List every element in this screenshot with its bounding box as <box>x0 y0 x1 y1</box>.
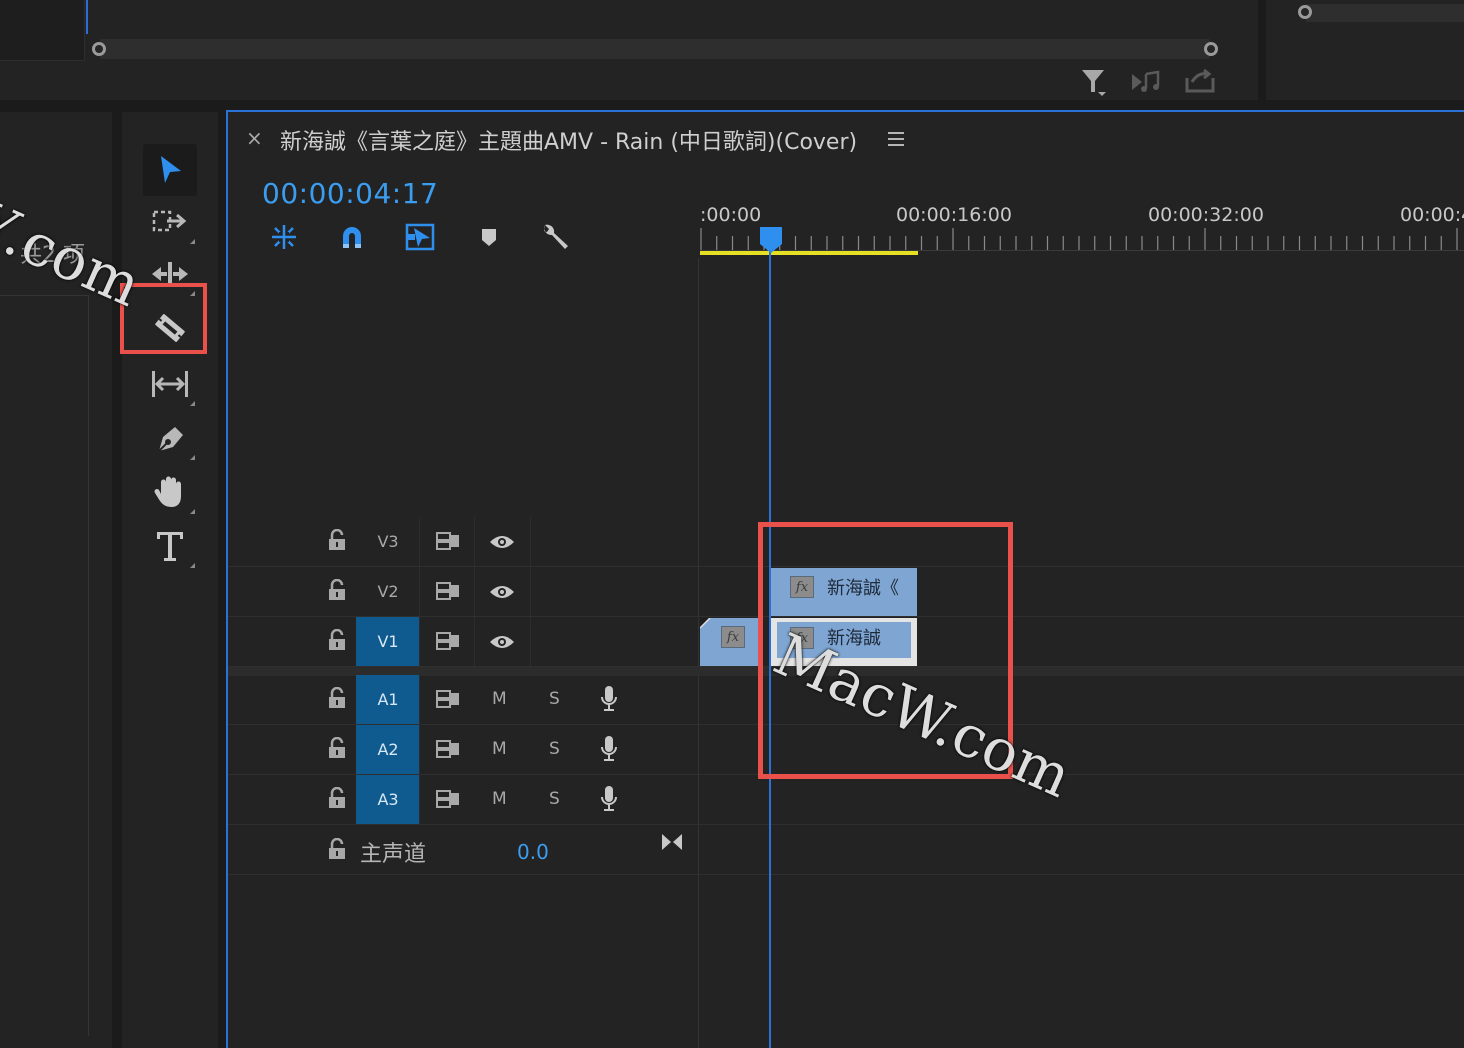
panel-menu-icon[interactable] <box>886 130 906 148</box>
microphone-icon[interactable] <box>600 735 618 763</box>
lock-icon[interactable] <box>328 579 346 601</box>
track-target-v2[interactable]: V2 <box>356 567 420 616</box>
lock-icon[interactable] <box>328 687 346 709</box>
project-bin-list <box>0 295 89 1036</box>
track-select-icon <box>151 207 189 237</box>
slip-tool-button[interactable] <box>143 358 197 410</box>
sync-lock-icon[interactable] <box>436 581 460 601</box>
pen-icon <box>153 421 187 455</box>
snap-toggle-button[interactable] <box>335 222 369 252</box>
lock-icon[interactable] <box>328 529 346 551</box>
ruler-label-48: 00:00:4 <box>1400 204 1464 226</box>
track-target-a2[interactable]: A2 <box>356 725 420 774</box>
nest-sequence-icon <box>268 223 300 251</box>
mute-button[interactable]: M <box>492 789 507 809</box>
sync-lock-icon[interactable] <box>436 631 460 651</box>
hand-tool-button[interactable] <box>143 466 197 518</box>
clip-transition-corner <box>700 618 711 629</box>
timeline-settings-button[interactable] <box>538 222 572 252</box>
scrollbar-left-handle[interactable] <box>92 42 106 56</box>
source-monitor-frame <box>0 0 85 61</box>
monitor-playhead-line <box>86 0 88 34</box>
time-ruler[interactable]: :00:00 00:00:16:00 00:00:32:00 00:00:4 <box>698 190 1464 258</box>
eye-icon[interactable] <box>488 533 516 551</box>
microphone-icon[interactable] <box>600 785 618 813</box>
export-frame-icon[interactable] <box>1184 68 1216 94</box>
microphone-icon[interactable] <box>600 685 618 713</box>
ruler-label-16: 00:00:16:00 <box>896 204 1012 226</box>
work-area-bar[interactable] <box>700 251 918 255</box>
audio-video-toggle-icon[interactable] <box>1130 70 1164 94</box>
lock-icon[interactable] <box>328 737 346 759</box>
solo-button[interactable]: S <box>549 789 560 809</box>
eye-icon[interactable] <box>488 583 516 601</box>
nest-sequence-button[interactable] <box>267 222 301 252</box>
add-marker-icon <box>479 226 499 248</box>
sync-lock-icon[interactable] <box>436 689 460 709</box>
track-target-v1[interactable]: V1 <box>356 617 420 666</box>
track-target-a3[interactable]: A3 <box>356 775 420 824</box>
type-tool-button[interactable] <box>143 520 197 572</box>
lock-icon[interactable] <box>328 787 346 809</box>
master-volume-value[interactable]: 0.0 <box>517 840 549 864</box>
sequence-tab-title[interactable]: 新海誠《言葉之庭》主題曲AMV - Rain (中日歌詞)(Cover) <box>280 124 857 156</box>
add-marker-button[interactable] <box>472 222 506 252</box>
slip-icon <box>148 368 192 400</box>
ruler-label-32: 00:00:32:00 <box>1148 204 1264 226</box>
linked-selection-button[interactable] <box>403 222 437 252</box>
track-target-v3[interactable]: V3 <box>356 517 420 566</box>
sync-lock-icon[interactable] <box>436 739 460 759</box>
go-to-end-icon[interactable] <box>660 832 684 852</box>
track-row-a3: A3 M S <box>228 775 1464 825</box>
clip-v1-previous[interactable]: fx <box>700 618 758 666</box>
track-target-a1[interactable]: A1 <box>356 675 420 724</box>
close-sequence-button[interactable]: × <box>246 126 263 150</box>
master-lock-icon[interactable] <box>328 838 346 860</box>
type-icon <box>154 529 186 563</box>
ruler-ticks <box>700 228 1458 250</box>
solo-button[interactable]: S <box>549 739 560 759</box>
scrollbar-right-handle[interactable] <box>1204 42 1218 56</box>
program-zoom-scrollbar[interactable] <box>1306 4 1464 22</box>
linked-selection-icon <box>404 222 436 252</box>
snap-magnet-icon <box>338 223 366 251</box>
lock-icon[interactable] <box>328 629 346 651</box>
mute-button[interactable]: M <box>492 739 507 759</box>
solo-button[interactable]: S <box>549 689 560 709</box>
master-track-label: 主声道 <box>360 842 427 867</box>
playhead-handle-icon[interactable] <box>759 226 783 254</box>
monitor-zoom-scrollbar[interactable] <box>100 39 1210 59</box>
mute-button[interactable]: M <box>492 689 507 709</box>
timeline-settings-wrench-icon <box>539 221 571 253</box>
eye-icon[interactable] <box>488 633 516 651</box>
sync-lock-icon[interactable] <box>436 531 460 551</box>
arrow-icon <box>155 153 185 187</box>
fx-badge[interactable]: fx <box>721 626 745 648</box>
playhead-timecode[interactable]: 00:00:04:17 <box>262 177 438 210</box>
sync-lock-icon[interactable] <box>436 789 460 809</box>
pen-tool-button[interactable] <box>143 412 197 464</box>
track-select-tool-button[interactable] <box>143 196 197 248</box>
filter-icon[interactable] <box>1080 68 1108 98</box>
program-scrollbar-handle[interactable] <box>1298 5 1312 19</box>
ruler-label-0: :00:00 <box>700 204 762 226</box>
selection-tool-button[interactable] <box>143 144 197 196</box>
hand-icon <box>153 474 187 510</box>
